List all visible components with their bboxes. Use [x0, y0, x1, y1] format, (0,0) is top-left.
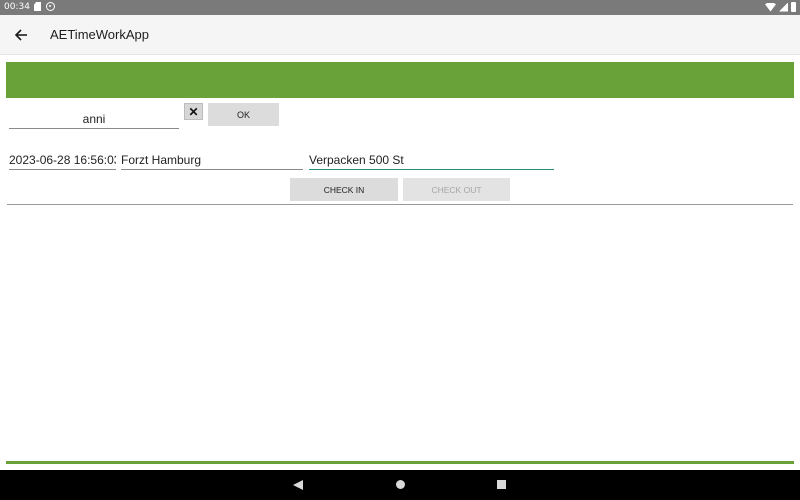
close-icon: ✕: [188, 104, 199, 119]
check-out-button[interactable]: CHECK OUT: [403, 178, 510, 201]
status-time: 00:34: [4, 2, 30, 12]
datetime-field[interactable]: [9, 151, 116, 170]
task-field[interactable]: [309, 151, 554, 170]
nav-back-icon[interactable]: [293, 480, 303, 490]
signal-icon: [779, 2, 788, 12]
status-bar: 00:34: [0, 0, 800, 15]
sim-card-icon: [34, 2, 41, 11]
nav-recents-icon[interactable]: [497, 480, 506, 489]
nav-home-icon[interactable]: [396, 480, 405, 489]
location-field[interactable]: [121, 151, 303, 170]
sync-icon: [46, 2, 55, 11]
back-button[interactable]: [12, 25, 32, 45]
status-right-icons: [765, 2, 796, 12]
check-in-button[interactable]: CHECK IN: [290, 178, 398, 201]
navigation-bar: [0, 470, 800, 500]
ok-button[interactable]: OK: [208, 103, 279, 126]
battery-icon: [791, 2, 796, 12]
divider: [7, 204, 793, 205]
bottom-accent-line: [6, 461, 794, 464]
clear-button[interactable]: ✕: [184, 103, 203, 120]
app-title: AETimeWorkApp: [50, 27, 149, 42]
arrow-back-icon: [14, 29, 27, 41]
status-left-icons: [34, 2, 55, 11]
name-input[interactable]: [9, 110, 179, 129]
header-banner: [6, 62, 794, 98]
app-bar: AETimeWorkApp: [0, 15, 800, 55]
wifi-icon: [765, 2, 776, 12]
